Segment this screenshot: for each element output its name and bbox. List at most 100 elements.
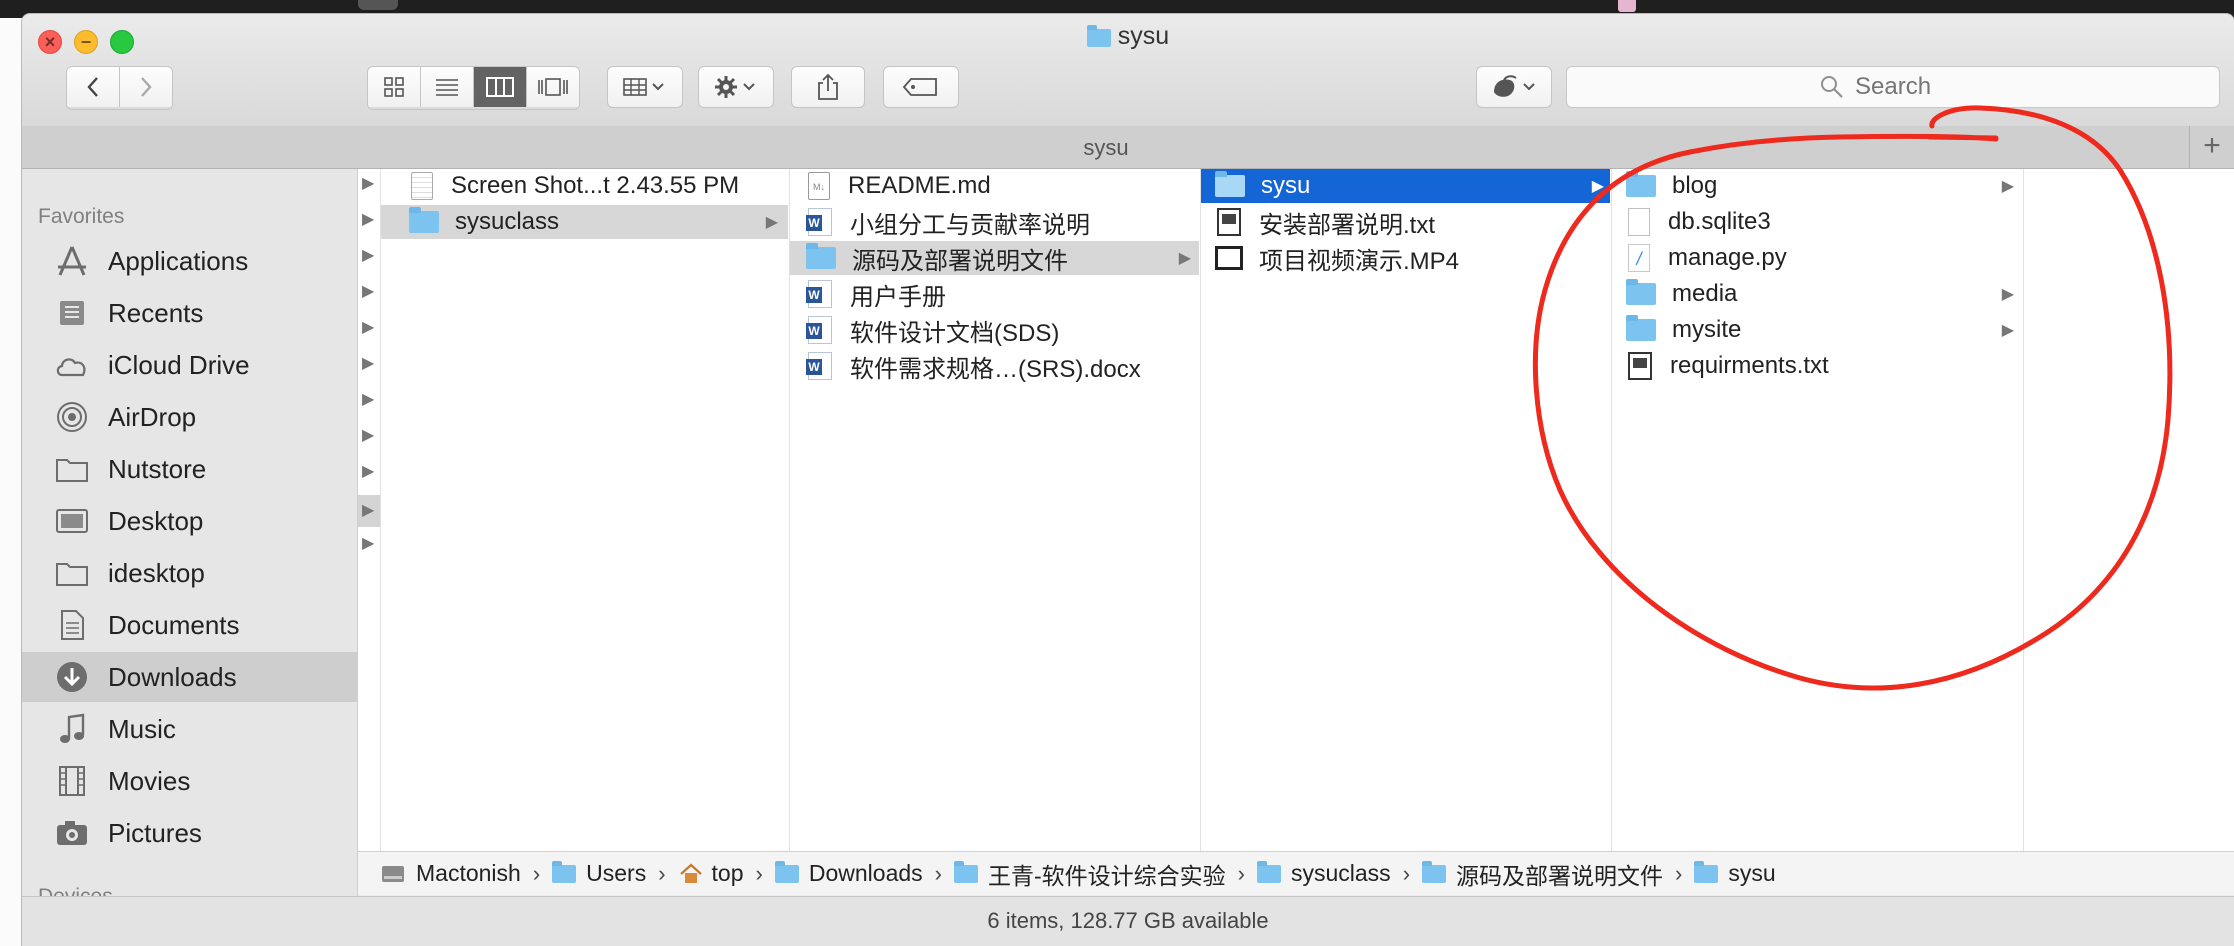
folder-icon	[1626, 279, 1656, 305]
list-item[interactable]: M↓ README.md	[790, 169, 1199, 203]
folder-icon	[52, 557, 92, 589]
path-item[interactable]: Users	[552, 860, 646, 887]
sidebar-item-movies[interactable]: Movies	[22, 756, 357, 806]
sidebar-item-label: Desktop	[108, 505, 204, 536]
file-name: Screen Shot...t 2.43.55 PM	[451, 172, 740, 199]
sidebar-item-label: Recents	[108, 297, 204, 328]
sidebar-item-icloud[interactable]: iCloud Drive	[22, 340, 357, 390]
group-by-button[interactable]	[607, 66, 683, 108]
back-button[interactable]	[67, 67, 120, 107]
disclosure-icon[interactable]: ▶	[362, 317, 374, 337]
list-view-button[interactable]	[421, 67, 474, 107]
list-item[interactable]: Screen Shot...t 2.43.55 PM	[381, 169, 788, 203]
nutstore-icon	[1494, 75, 1535, 97]
sidebar-item-downloads[interactable]: Downloads	[22, 652, 357, 702]
file-name: db.sqlite3	[1668, 208, 1771, 235]
disclosure-icon[interactable]: ▶	[358, 495, 380, 527]
list-item[interactable]: mysite ▶	[1612, 313, 2022, 347]
path-item-label: Users	[586, 860, 647, 886]
list-item[interactable]: sysuclass ▶	[381, 205, 788, 239]
path-item[interactable]: 源码及部署说明文件	[1422, 857, 1663, 891]
column-browser: ▶ ▶ ▶ ▶ ▶ ▶ ▶ ▶ ▶ ▶ ▶ Screen Shot...t 2.…	[358, 169, 2234, 851]
disclosure-icon[interactable]: ▶	[362, 389, 374, 409]
list-item[interactable]: sysu ▶	[1201, 169, 1610, 203]
sidebar-item-music[interactable]: Music	[22, 704, 357, 754]
sidebar-item-pictures[interactable]: Pictures	[22, 808, 357, 858]
tags-button[interactable]	[883, 66, 959, 108]
path-separator-icon: ›	[755, 860, 763, 886]
sidebar-item-airdrop[interactable]: AirDrop	[22, 392, 357, 442]
documents-icon	[52, 609, 92, 641]
recents-icon	[52, 297, 92, 329]
path-item[interactable]: top	[678, 860, 744, 887]
folder-icon	[774, 860, 799, 883]
sidebar-item-nutstore[interactable]: Nutstore	[22, 444, 357, 494]
users-folder-icon	[552, 860, 577, 883]
disclosure-icon[interactable]: ▶	[362, 281, 374, 301]
file-name: sysu	[1261, 172, 1311, 199]
gallery-view-button[interactable]	[527, 67, 579, 107]
list-item[interactable]: db.sqlite3	[1612, 205, 2022, 239]
cloud-icon	[52, 349, 92, 381]
pictures-icon	[52, 817, 92, 849]
path-item[interactable]: sysu	[1694, 860, 1776, 887]
list-item[interactable]: W 软件设计文档(SDS)	[790, 313, 1199, 347]
list-item[interactable]: 项目视频演示.MP4	[1201, 241, 1610, 275]
new-tab-button[interactable]: +	[2189, 126, 2234, 168]
list-item[interactable]: 安装部署说明.txt	[1201, 205, 1610, 239]
tag-icon	[903, 78, 937, 96]
disclosure-icon[interactable]: ▶	[362, 425, 374, 445]
path-item[interactable]: 王青-软件设计综合实验	[953, 857, 1226, 891]
sidebar-item-applications[interactable]: Applications	[22, 236, 357, 286]
sidebar-item-recents[interactable]: Recents	[22, 288, 357, 338]
disclosure-icon[interactable]: ▶	[362, 461, 374, 481]
disclosure-icon[interactable]: ▶	[362, 209, 374, 229]
sidebar-item-desktop[interactable]: Desktop	[22, 496, 357, 546]
path-item-label: sysuclass	[1290, 860, 1391, 886]
list-item[interactable]: 源码及部署说明文件 ▶	[790, 241, 1199, 275]
list-item[interactable]: W 小组分工与贡献率说明	[790, 205, 1199, 239]
tab-bar: sysu +	[22, 126, 2234, 169]
list-icon	[436, 79, 458, 96]
path-item[interactable]: Downloads	[774, 860, 923, 887]
sidebar-item-documents[interactable]: Documents	[22, 600, 357, 650]
status-bar: 6 items, 128.77 GB available	[22, 896, 2234, 946]
list-item[interactable]: requirments.txt	[1612, 349, 2022, 383]
disclosure-icon[interactable]: ▶	[362, 533, 374, 553]
column-view-button[interactable]	[474, 67, 527, 107]
list-item[interactable]: W 软件需求规格…(SRS).docx	[790, 349, 1199, 383]
text-file-icon	[1217, 208, 1241, 236]
folder-icon	[1422, 860, 1447, 883]
plus-icon: +	[2203, 129, 2221, 162]
icon-view-button[interactable]	[368, 67, 421, 107]
search-icon	[1821, 76, 1843, 98]
window-title-text: sysu	[1117, 22, 1170, 50]
folder-icon	[1086, 25, 1111, 47]
list-item[interactable]: / manage.py	[1612, 241, 2022, 275]
folder-icon	[953, 860, 978, 883]
disclosure-icon[interactable]: ▶	[362, 173, 374, 193]
search-field[interactable]	[1566, 66, 2220, 108]
tab-sysu[interactable]: sysu	[22, 135, 2190, 161]
path-item[interactable]: sysuclass	[1256, 860, 1391, 887]
sidebar-item-label: Music	[108, 713, 176, 744]
gear-icon	[715, 76, 755, 98]
search-input[interactable]	[1853, 72, 1967, 102]
background-pill	[358, 0, 398, 10]
sidebar-item-idesktop[interactable]: idesktop	[22, 548, 357, 598]
share-icon	[818, 73, 838, 100]
list-item[interactable]: W 用户手册	[790, 277, 1199, 311]
disclosure-icon[interactable]: ▶	[362, 353, 374, 373]
columns-icon	[486, 77, 514, 97]
action-menu-button[interactable]	[698, 66, 774, 108]
sidebar-item-label: AirDrop	[108, 401, 197, 432]
nutstore-button[interactable]	[1476, 66, 1552, 108]
disclosure-icon[interactable]: ▶	[362, 245, 374, 265]
chevron-right-icon: ▶	[765, 214, 778, 231]
list-item[interactable]: media ▶	[1612, 277, 2022, 311]
share-button[interactable]	[791, 66, 865, 108]
forward-button[interactable]	[120, 67, 172, 107]
list-item[interactable]: blog ▶	[1612, 169, 2022, 203]
screenshot-file-icon	[411, 172, 433, 200]
path-item[interactable]: Mactonish	[380, 860, 521, 887]
